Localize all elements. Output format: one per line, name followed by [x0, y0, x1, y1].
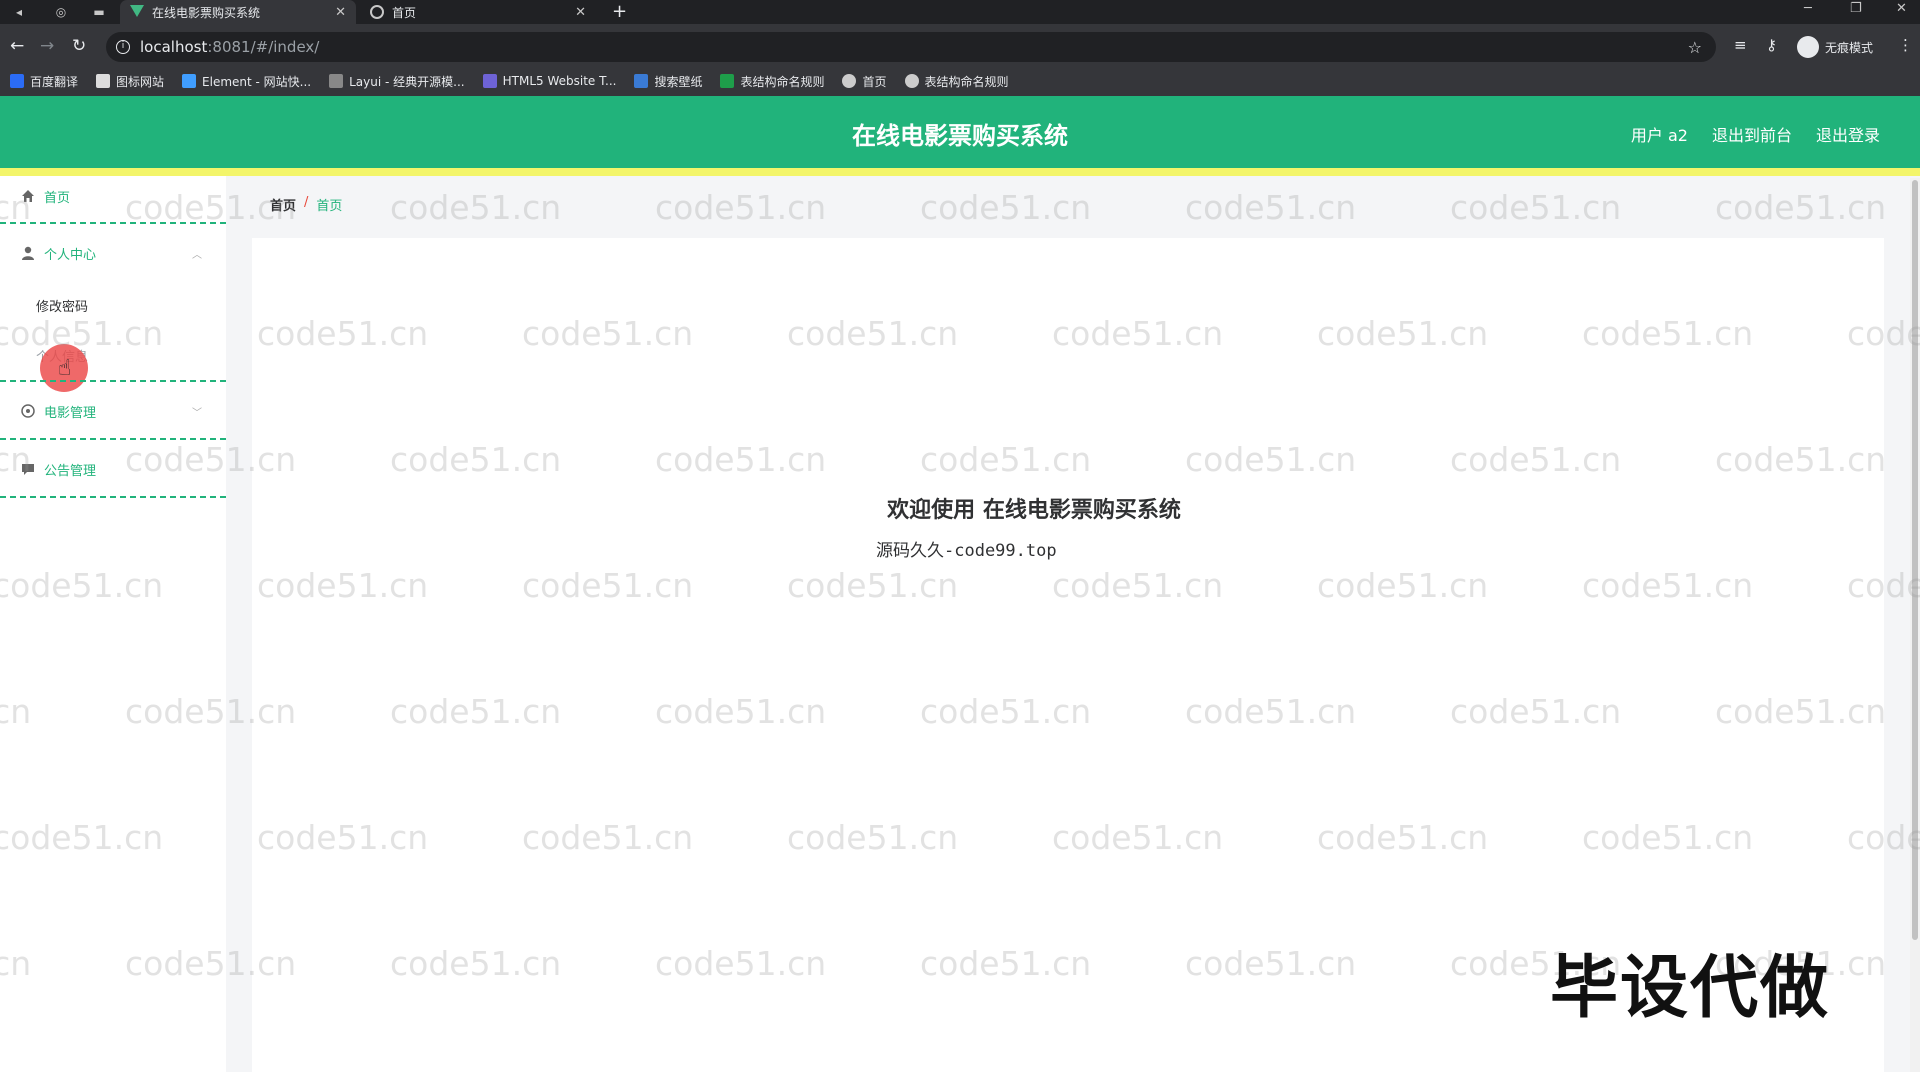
scrollbar-thumb[interactable]: [1912, 180, 1918, 940]
bookmark-item[interactable]: 图标网站: [96, 73, 164, 90]
user-icon: [22, 246, 34, 260]
minimize-icon[interactable]: ─: [1804, 0, 1812, 18]
sidebar-item-label: 首页: [44, 190, 71, 206]
sidebar-divider: [0, 380, 226, 382]
browser-toolbar: ← → ↻ i localhost :8081/#/index/ ☆ ≡ ⚷ 无…: [0, 24, 1920, 70]
header-accent-bar: [0, 168, 1920, 176]
incognito-indicator[interactable]: 无痕模式: [1797, 36, 1873, 58]
sidebar-item-personal-center[interactable]: 个人中心 ︿: [0, 229, 226, 277]
hand-cursor-icon: ☝: [58, 356, 72, 381]
new-tab-button[interactable]: +: [612, 1, 627, 22]
chevron-down-icon: ﹀: [192, 407, 202, 419]
vue-logo-icon: [130, 5, 144, 19]
bookmark-item[interactable]: Layui - 经典开源模...: [329, 73, 465, 90]
sidebar-item-label: 电影管理: [44, 405, 97, 421]
back-to-frontend-link[interactable]: 退出到前台: [1712, 122, 1792, 146]
tab-audio-icon[interactable]: ◂: [10, 3, 28, 21]
forward-icon[interactable]: →: [40, 35, 54, 57]
close-tab-icon[interactable]: ✕: [575, 5, 586, 20]
breadcrumb-home[interactable]: 首页: [270, 195, 296, 214]
sidebar-subitem-change-password[interactable]: 修改密码: [36, 296, 88, 315]
site-info-icon[interactable]: i: [116, 40, 130, 54]
bookmark-label: HTML5 Website T...: [502, 74, 617, 88]
bookmark-item[interactable]: 百度翻译: [10, 73, 78, 90]
bookmark-item[interactable]: HTML5 Website T...: [482, 74, 617, 88]
sheet-icon: [720, 74, 735, 88]
restore-icon[interactable]: ❐: [1850, 0, 1862, 18]
sidebar-item-label: 公告管理: [44, 463, 97, 479]
incognito-label: 无痕模式: [1825, 40, 1874, 55]
bookmark-item[interactable]: Element - 网站快...: [182, 73, 311, 90]
sidebar-item-label: 个人中心: [44, 247, 97, 263]
tab-title: 在线电影票购买系统: [152, 5, 261, 20]
element-icon: [182, 74, 197, 88]
breadcrumb-separator: /: [304, 195, 309, 210]
header-links: 用户 a2 退出到前台 退出登录: [1631, 122, 1880, 146]
close-tab-icon[interactable]: ✕: [335, 5, 346, 20]
browser-tab-active[interactable]: 在线电影票购买系统 ✕: [120, 0, 356, 24]
back-icon[interactable]: ←: [10, 35, 24, 57]
menu-kebab-icon[interactable]: ⋮: [1898, 36, 1913, 54]
watermark-stamp: 毕设代做: [1550, 949, 1831, 1028]
flag-icon: [96, 74, 111, 88]
window-icon[interactable]: ▬: [90, 3, 108, 21]
sidebar: [0, 176, 226, 1072]
sidebar-divider: [0, 438, 226, 440]
bookmark-item[interactable]: 首页: [842, 73, 887, 90]
sidebar-item-home[interactable]: 首页: [0, 172, 226, 220]
address-bar[interactable]: i localhost :8081/#/index/ ☆: [106, 32, 1716, 62]
bookmark-item[interactable]: 表结构命名规则: [904, 73, 1009, 90]
bookmark-icon: [10, 74, 24, 88]
bookmark-item[interactable]: 表结构命名规则: [720, 73, 824, 90]
bookmark-label: 首页: [862, 74, 887, 89]
globe-icon: [370, 5, 384, 19]
bookmark-label: 百度翻译: [30, 74, 79, 89]
bookmark-label: Element - 网站快...: [202, 74, 312, 89]
breadcrumb-current: 首页: [316, 199, 343, 214]
layui-icon: [329, 74, 344, 88]
bookmark-label: 图标网站: [116, 74, 165, 89]
page-scrollbar[interactable]: [1910, 178, 1920, 1072]
reload-icon[interactable]: ↻: [72, 35, 86, 57]
chevron-up-icon: ︿: [192, 249, 202, 261]
sidebar-divider: [0, 222, 226, 224]
source-text: 源码久久-code99.top: [876, 541, 1057, 561]
reading-list-icon[interactable]: ≡: [1734, 36, 1747, 54]
home-icon: [22, 190, 34, 202]
sidebar-divider: [0, 496, 226, 498]
browser-tab[interactable]: 首页 ✕: [360, 0, 596, 24]
globe-icon: [842, 74, 857, 88]
film-icon: [21, 404, 35, 418]
tab-title: 首页: [392, 5, 417, 20]
bookmark-star-icon[interactable]: ☆: [1688, 38, 1702, 57]
app-header: 在线电影票购买系统 用户 a2 退出到前台 退出登录: [0, 96, 1920, 168]
browser-tab-bar: ◂ ◎ ▬ 在线电影票购买系统 ✕ 首页 ✕ + ─ ❐ ✕: [0, 0, 1920, 24]
bookmark-label: 表结构命名规则: [740, 74, 825, 89]
sidebar-item-notice-management[interactable]: 公告管理: [0, 445, 226, 493]
close-window-icon[interactable]: ✕: [1896, 0, 1907, 18]
html5-icon: [482, 74, 497, 88]
bookmark-label: 搜索壁纸: [654, 74, 703, 89]
bookmark-label: Layui - 经典开源模...: [349, 74, 465, 89]
welcome-heading: 欢迎使用 在线电影票购买系统: [887, 498, 1181, 523]
user-name-link[interactable]: 用户 a2: [1631, 122, 1688, 146]
url-host: localhost: [140, 38, 208, 56]
notice-icon: [22, 464, 34, 475]
logout-link[interactable]: 退出登录: [1816, 122, 1880, 146]
bookmark-label: 表结构命名规则: [924, 74, 1009, 89]
globe-icon: [904, 74, 919, 88]
bookmarks-bar: 百度翻译 图标网站 Element - 网站快... Layui - 经典开源模…: [0, 66, 1920, 96]
incognito-icon: [1797, 36, 1819, 58]
key-icon[interactable]: ⚷: [1766, 36, 1777, 54]
bookmark-item[interactable]: 搜索壁纸: [634, 73, 702, 90]
url-path: :8081/#/index/: [207, 38, 320, 56]
globe-icon[interactable]: ◎: [52, 3, 70, 21]
wallpaper-icon: [634, 74, 649, 88]
breadcrumb: 首页 / 首页: [270, 195, 342, 214]
sidebar-item-movie-management[interactable]: 电影管理 ﹀: [0, 387, 226, 435]
